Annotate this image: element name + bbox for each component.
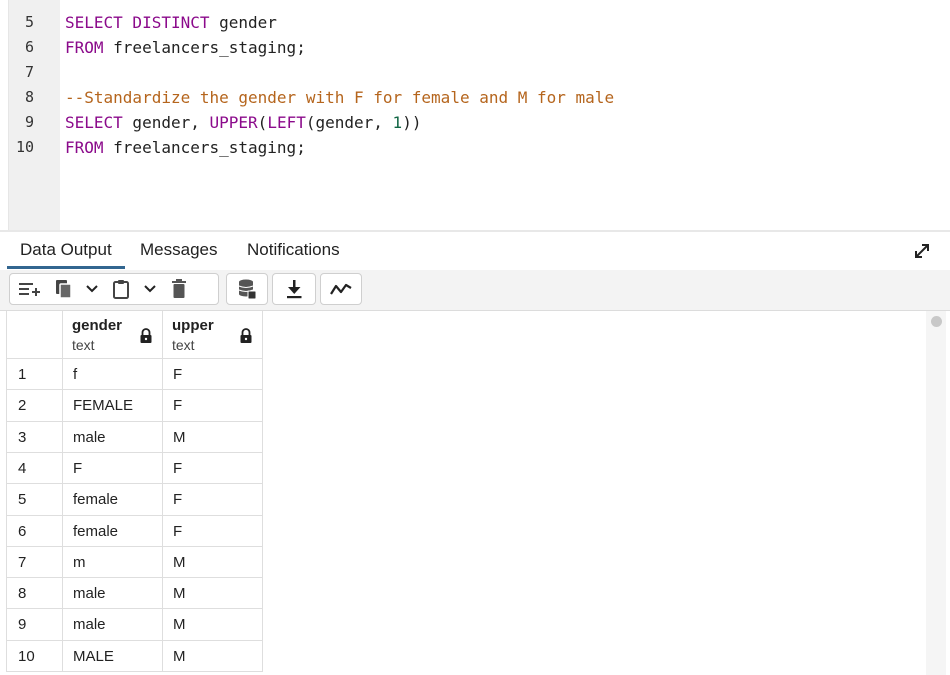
row-number-cell[interactable]: 9	[6, 609, 63, 641]
upper-cell[interactable]: M	[163, 547, 263, 578]
add-row-icon	[17, 279, 41, 299]
vertical-scrollbar[interactable]	[926, 311, 946, 675]
code-token: LEFT	[267, 113, 306, 132]
code-line[interactable]: FROM freelancers_staging;	[65, 135, 306, 160]
copy-options-dropdown[interactable]	[80, 274, 104, 304]
gender-cell[interactable]: f	[63, 359, 163, 390]
line-number: 5	[24, 13, 34, 31]
line-number: 10	[15, 138, 34, 156]
row-number-cell[interactable]: 4	[6, 453, 63, 484]
row-number-cell[interactable]: 8	[6, 578, 63, 609]
add-row-button[interactable]	[10, 274, 48, 304]
gender-cell[interactable]: F	[63, 453, 163, 484]
code-token: gender	[209, 13, 277, 32]
code-token: gender,	[122, 113, 210, 132]
chevron-down-icon	[143, 284, 157, 294]
column-header-upper[interactable]: upper text	[163, 311, 263, 359]
copy-button[interactable]	[48, 274, 80, 304]
row-number-cell[interactable]: 2	[6, 390, 63, 422]
row-number-cell[interactable]: 3	[6, 422, 63, 453]
delete-icon	[170, 278, 188, 300]
upper-cell[interactable]: M	[163, 641, 263, 672]
column-header-gender[interactable]: gender text	[63, 311, 163, 359]
code-line[interactable]: SELECT DISTINCT gender	[65, 10, 277, 35]
row-number-cell[interactable]: 1	[6, 359, 63, 390]
upper-cell[interactable]: F	[163, 453, 263, 484]
code-line[interactable]: --Standardize the gender with F for fema…	[65, 85, 614, 110]
code-token: 1	[392, 113, 403, 132]
save-data-icon	[236, 278, 258, 300]
results-toolbar	[0, 270, 950, 311]
gender-cell[interactable]: male	[63, 422, 163, 453]
gender-cell[interactable]: m	[63, 547, 163, 578]
code-token: SELECT	[65, 113, 123, 132]
column-type: text	[72, 337, 95, 353]
code-token: UPPER	[209, 113, 258, 132]
upper-cell[interactable]: M	[163, 578, 263, 609]
row-number-cell[interactable]: 5	[6, 484, 63, 516]
gender-cell[interactable]: female	[63, 516, 163, 547]
results-tab-bar: Data Output Messages Notifications	[0, 230, 950, 272]
gender-cell[interactable]: MALE	[63, 641, 163, 672]
code-token: FROM	[65, 138, 104, 157]
graph-visualiser-group	[320, 273, 362, 305]
copy-icon	[54, 278, 74, 300]
code-token: SELECT DISTINCT	[65, 13, 210, 32]
row-number-cell[interactable]: 7	[6, 547, 63, 578]
expand-panel-icon[interactable]	[912, 241, 932, 261]
line-number: 6	[24, 38, 34, 56]
lock-icon	[239, 328, 253, 344]
chevron-down-icon	[85, 284, 99, 294]
upper-cell[interactable]: M	[163, 609, 263, 641]
edit-button-group	[9, 273, 219, 305]
code-token: (gender,	[305, 113, 393, 132]
code-token: --Standardize the gender with F for fema…	[65, 88, 615, 107]
save-data-group	[226, 273, 268, 305]
download-group	[272, 273, 316, 305]
row-number-header	[6, 311, 63, 359]
upper-cell[interactable]: F	[163, 359, 263, 390]
line-number: 7	[24, 63, 34, 81]
paste-button[interactable]	[104, 274, 138, 304]
code-token: freelancers_staging;	[103, 138, 306, 157]
tab-messages[interactable]: Messages	[127, 232, 230, 269]
column-name: gender	[72, 317, 123, 334]
gender-cell[interactable]: male	[63, 578, 163, 609]
row-number-cell[interactable]: 10	[6, 641, 63, 672]
column-type: text	[172, 337, 195, 353]
query-editor[interactable]: 5 SELECT DISTINCT gender 6 FROM freelancers…	[0, 0, 950, 230]
lock-icon	[139, 328, 153, 344]
tab-notifications[interactable]: Notifications	[234, 232, 353, 269]
tab-data-output[interactable]: Data Output	[7, 232, 125, 269]
upper-cell[interactable]: F	[163, 516, 263, 547]
scrollbar-thumb[interactable]	[931, 316, 942, 327]
graph-visualiser-button[interactable]	[321, 274, 361, 304]
save-data-button[interactable]	[227, 274, 267, 304]
gender-cell[interactable]: female	[63, 484, 163, 516]
upper-cell[interactable]: M	[163, 422, 263, 453]
code-token: freelancers_staging;	[103, 38, 306, 57]
upper-cell[interactable]: F	[163, 390, 263, 422]
paste-icon	[111, 278, 131, 300]
column-name: upper	[172, 317, 214, 334]
graph-icon	[329, 281, 353, 297]
download-icon	[285, 279, 303, 299]
code-token: FROM	[65, 38, 104, 57]
line-number: 8	[24, 88, 34, 106]
code-token: (	[257, 113, 268, 132]
row-number-cell[interactable]: 6	[6, 516, 63, 547]
paste-options-dropdown[interactable]	[138, 274, 162, 304]
code-line[interactable]: SELECT gender, UPPER(LEFT(gender, 1))	[65, 110, 421, 135]
results-grid: gender text upper text 1 f F 2 FEMALE F 3 male M…	[0, 311, 950, 675]
download-button[interactable]	[273, 274, 315, 304]
upper-cell[interactable]: F	[163, 484, 263, 516]
delete-row-button[interactable]	[162, 274, 196, 304]
code-line[interactable]: FROM freelancers_staging;	[65, 35, 306, 60]
gender-cell[interactable]: FEMALE	[63, 390, 163, 422]
gender-cell[interactable]: male	[63, 609, 163, 641]
line-number: 9	[24, 113, 34, 131]
code-token: ))	[402, 113, 422, 132]
